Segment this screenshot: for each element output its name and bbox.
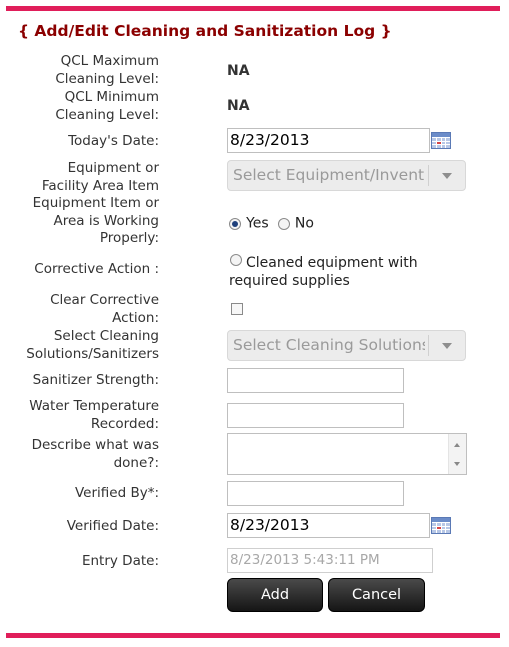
working-properly-radio-group: Yes No bbox=[229, 213, 314, 232]
textarea-scrollbar[interactable] bbox=[448, 434, 466, 474]
select-divider bbox=[428, 335, 429, 356]
qcl-min-value: NA bbox=[227, 98, 250, 114]
describe-textarea[interactable] bbox=[227, 433, 467, 475]
cancel-button[interactable]: Cancel bbox=[328, 578, 425, 612]
sanitizer-label: Sanitizer Strength: bbox=[32, 372, 159, 388]
add-button[interactable]: Add bbox=[227, 578, 323, 612]
qcl-max-value: NA bbox=[227, 63, 250, 79]
solutions-label: Select Cleaning Solutions/Sanitizers bbox=[26, 328, 159, 362]
verified-date-label: Verified Date: bbox=[66, 518, 159, 534]
corrective-option-text: Cleaned equipment with required supplies bbox=[229, 255, 418, 289]
entry-date-label: Entry Date: bbox=[81, 553, 159, 569]
calendar-icon[interactable] bbox=[431, 132, 451, 149]
equipment-select-text: Select Equipment/Inventory bbox=[233, 166, 425, 184]
chevron-down-icon bbox=[442, 343, 452, 349]
water-temp-input[interactable] bbox=[227, 403, 404, 428]
working-yes-radio[interactable] bbox=[229, 217, 241, 230]
working-no-label[interactable]: No bbox=[295, 216, 314, 232]
corrective-action-label: Corrective Action : bbox=[34, 261, 159, 277]
equipment-select[interactable]: Select Equipment/Inventory bbox=[227, 160, 466, 191]
scroll-down-icon[interactable] bbox=[454, 462, 460, 466]
describe-label: Describe what was done?: bbox=[31, 437, 159, 471]
form-title: { Add/Edit Cleaning and Sanitization Log… bbox=[18, 22, 392, 40]
qcl-max-label: QCL Maximum Cleaning Level: bbox=[55, 53, 159, 87]
verified-date-input[interactable]: 8/23/2013 bbox=[227, 513, 430, 538]
clear-corrective-label: Clear Corrective Action: bbox=[50, 292, 159, 326]
bottom-accent-bar bbox=[6, 633, 500, 638]
scroll-up-icon[interactable] bbox=[454, 443, 460, 447]
sanitizer-input[interactable] bbox=[227, 368, 404, 393]
water-temp-label: Water Temperature Recorded: bbox=[29, 398, 159, 432]
solutions-select-text: Select Cleaning Solutions bbox=[233, 336, 425, 354]
verified-by-label: Verified By*: bbox=[74, 485, 159, 501]
working-no-radio[interactable] bbox=[277, 217, 290, 230]
select-divider bbox=[428, 165, 429, 186]
todays-date-label: Today's Date: bbox=[68, 133, 159, 149]
clear-corrective-checkbox[interactable] bbox=[231, 303, 243, 315]
entry-date-input: 8/23/2013 5:43:11 PM bbox=[227, 548, 433, 573]
verified-by-input[interactable] bbox=[227, 481, 404, 506]
qcl-min-label: QCL Minimum Cleaning Level: bbox=[55, 89, 159, 123]
todays-date-input[interactable]: 8/23/2013 bbox=[227, 128, 430, 153]
calendar-icon[interactable] bbox=[431, 517, 451, 534]
top-accent-bar bbox=[6, 6, 500, 11]
chevron-down-icon bbox=[442, 173, 452, 179]
corrective-option-label[interactable]: Cleaned equipment with required supplies bbox=[229, 254, 418, 290]
working-properly-label: Equipment Item or Area is Working Proper… bbox=[32, 195, 159, 246]
solutions-select[interactable]: Select Cleaning Solutions bbox=[227, 330, 466, 361]
working-yes-label[interactable]: Yes bbox=[246, 216, 269, 232]
equipment-label: Equipment or Facility Area Item bbox=[41, 160, 159, 194]
